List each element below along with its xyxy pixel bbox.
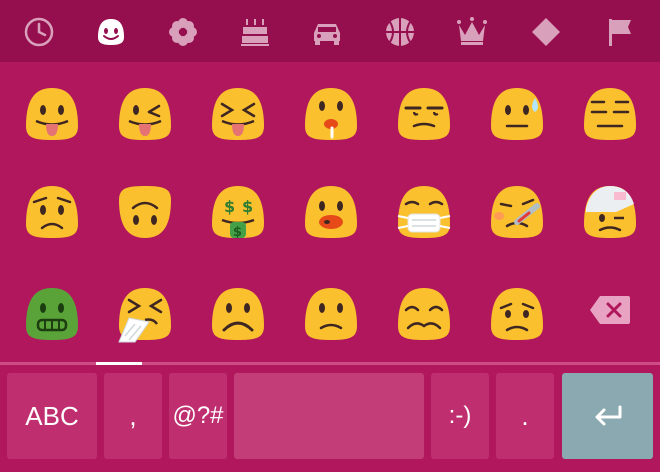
medical-mask-emoji[interactable] bbox=[392, 180, 456, 244]
svg-text:$: $ bbox=[224, 197, 235, 216]
space-key[interactable] bbox=[234, 373, 424, 459]
enter-key[interactable] bbox=[562, 373, 653, 459]
backspace-key[interactable] bbox=[582, 282, 638, 338]
hushed-flushed-emoji[interactable] bbox=[299, 180, 363, 244]
diamond-icon[interactable] bbox=[522, 8, 570, 56]
pensive-emoji[interactable] bbox=[578, 82, 642, 146]
svg-text:$: $ bbox=[242, 197, 253, 216]
slightly-frowning-emoji[interactable] bbox=[299, 282, 363, 346]
worried-emoji[interactable] bbox=[20, 180, 84, 244]
abc-key[interactable]: ABC bbox=[7, 373, 97, 459]
winking-tongue-emoji[interactable] bbox=[113, 82, 177, 146]
thermometer-emoji[interactable] bbox=[485, 180, 549, 244]
smiley-icon[interactable] bbox=[87, 8, 135, 56]
flag-icon[interactable] bbox=[596, 8, 644, 56]
emoji-grid: $ $ $ bbox=[0, 62, 660, 360]
comma-key-label: , bbox=[129, 400, 137, 431]
money-mouth-emoji[interactable]: $ $ $ bbox=[206, 180, 270, 244]
frowning-emoji[interactable] bbox=[206, 282, 270, 346]
enter-icon bbox=[595, 405, 621, 426]
emoticon-key-label: :-) bbox=[448, 402, 472, 429]
abc-key-label: ABC bbox=[25, 400, 79, 431]
head-bandage-emoji[interactable] bbox=[578, 180, 642, 244]
crown-icon[interactable] bbox=[448, 8, 496, 56]
emoticon-key[interactable]: :-) bbox=[431, 373, 489, 459]
period-key[interactable]: . bbox=[496, 373, 554, 459]
bottom-key-row: ABC , @?# :-) . bbox=[0, 373, 660, 463]
backspace-icon bbox=[590, 296, 630, 324]
car-icon[interactable] bbox=[303, 8, 351, 56]
confounded-emoji[interactable] bbox=[392, 282, 456, 346]
upside-down-emoji[interactable] bbox=[113, 180, 177, 244]
cake-icon[interactable] bbox=[231, 8, 279, 56]
unamused-emoji[interactable] bbox=[392, 82, 456, 146]
cold-sweat-emoji[interactable] bbox=[485, 82, 549, 146]
drooling-emoji[interactable] bbox=[299, 82, 363, 146]
disappointed-emoji[interactable] bbox=[485, 282, 549, 346]
category-bar bbox=[0, 0, 660, 62]
flower-icon[interactable] bbox=[159, 8, 207, 56]
page-indicator bbox=[96, 362, 142, 365]
clock-icon[interactable] bbox=[15, 8, 63, 56]
symbols-key-label: @?# bbox=[172, 402, 224, 429]
tongue-out-emoji[interactable] bbox=[20, 82, 84, 146]
basketball-icon[interactable] bbox=[376, 8, 424, 56]
comma-key[interactable]: , bbox=[104, 373, 162, 459]
sneezing-emoji[interactable] bbox=[113, 282, 177, 346]
period-key-label: . bbox=[521, 400, 529, 431]
squinting-tongue-emoji[interactable] bbox=[206, 82, 270, 146]
svg-text:$: $ bbox=[233, 225, 242, 240]
symbols-key[interactable]: @?# bbox=[169, 373, 227, 459]
nauseated-emoji[interactable] bbox=[20, 282, 84, 346]
